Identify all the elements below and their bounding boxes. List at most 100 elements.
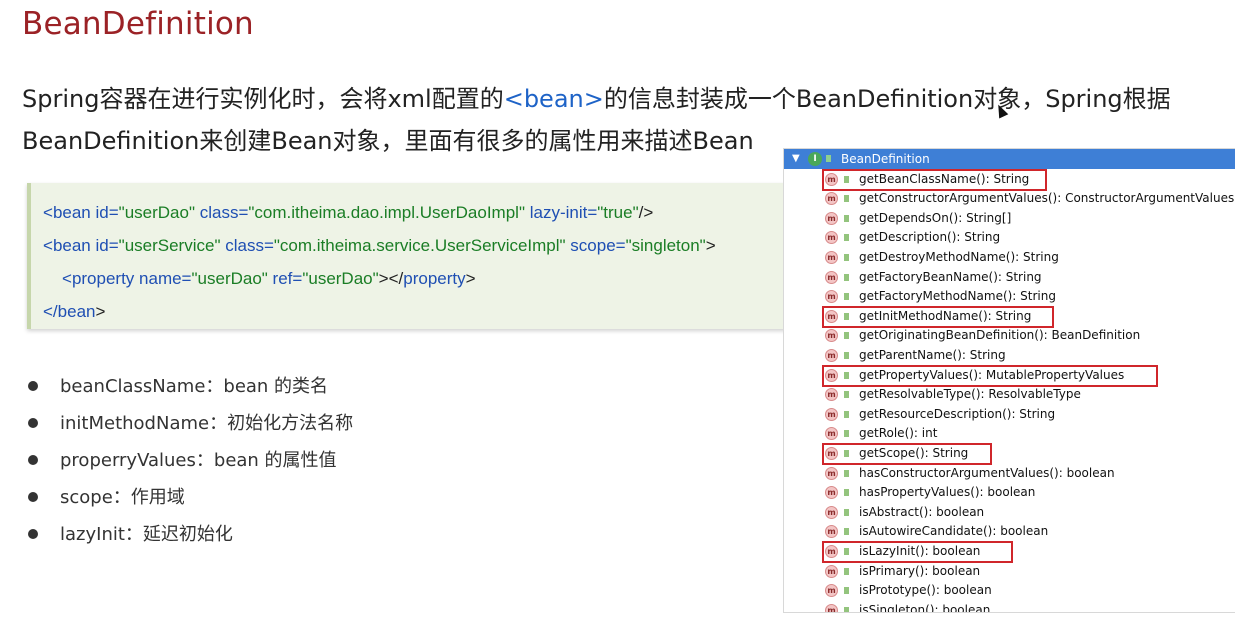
highlight-box — [822, 168, 1047, 191]
method-label: getResourceDescription(): String — [859, 406, 1056, 421]
method-row[interactable]: m isAbstract(): boolean — [784, 503, 1235, 523]
public-visibility-icon — [844, 587, 849, 595]
method-row[interactable]: m getScope(): String — [784, 442, 1235, 465]
method-label: isAutowireCandidate(): boolean — [859, 524, 1049, 539]
method-row[interactable]: m getInitMethodName(): String — [784, 305, 1235, 328]
bullet-dot-icon — [28, 529, 38, 539]
bullet-label: beanClassName：bean 的类名 — [60, 376, 329, 397]
method-row[interactable]: m getRole(): int — [784, 424, 1235, 444]
code-token: "com.itheima.dao.impl.UserDaoImpl" — [248, 203, 525, 222]
code-token: bean — [57, 302, 96, 321]
code-token: ></ — [378, 269, 404, 288]
method-row[interactable]: m getResourceDescription(): String — [784, 405, 1235, 425]
method-label: getDescription(): String — [859, 230, 1001, 245]
xml-code-block: <bean id="userDao" class="com.itheima.da… — [27, 183, 791, 329]
code-token: name= — [134, 269, 192, 288]
method-row[interactable]: m isPrimary(): boolean — [784, 562, 1235, 582]
public-visibility-icon — [844, 508, 849, 516]
code-token: < — [62, 269, 72, 288]
method-row[interactable]: m getFactoryMethodName(): String — [784, 287, 1235, 307]
bullet-label: lazyInit：延迟初始化 — [60, 524, 233, 545]
property-bullet-list: beanClassName：bean 的类名 initMethodName：初始… — [26, 368, 353, 553]
code-token: "singleton" — [625, 236, 706, 255]
page-title: BeanDefinition — [22, 6, 254, 42]
method-row[interactable]: m getPropertyValues(): MutablePropertyVal… — [784, 364, 1235, 387]
code-token: > — [465, 269, 476, 288]
method-row[interactable]: m getDependsOn(): String[] — [784, 209, 1235, 229]
method-label: getFactoryMethodName(): String — [859, 289, 1056, 304]
method-row[interactable]: m hasPropertyValues(): boolean — [784, 483, 1235, 503]
method-label: getParentName(): String — [859, 347, 1006, 362]
method-row[interactable]: m getDescription(): String — [784, 228, 1235, 248]
method-icon: m — [825, 388, 838, 402]
method-row[interactable]: m isPrototype(): boolean — [784, 581, 1235, 601]
description-text: 的信息封装成一个BeanDefinition对象，Spring根据 — [603, 85, 1171, 113]
method-label: getConstructorArgumentValues(): Construc… — [859, 191, 1235, 206]
method-label: isPrototype(): boolean — [859, 583, 992, 598]
method-label: getOriginatingBeanDefinition(): BeanDefi… — [859, 328, 1141, 343]
method-icon: m — [825, 407, 838, 421]
method-label: isPrimary(): boolean — [859, 563, 981, 578]
code-line-3: <property name="userDao" ref="userDao"><… — [62, 269, 476, 289]
code-token: "userDao" — [302, 269, 379, 288]
chevron-down-icon[interactable]: ▼ — [792, 149, 800, 169]
code-line-4: </bean> — [43, 302, 105, 322]
method-row[interactable]: m getFactoryBeanName(): String — [784, 268, 1235, 288]
public-visibility-icon — [844, 332, 849, 340]
code-token: class= — [194, 203, 249, 222]
tree-node-beandefinition[interactable]: ▼ I BeanDefinition — [784, 149, 1235, 169]
public-visibility-icon — [844, 528, 849, 536]
code-token: > — [705, 236, 716, 255]
method-row[interactable]: m hasConstructorArgumentValues(): boolean — [784, 464, 1235, 484]
bullet-item: initMethodName：初始化方法名称 — [26, 405, 353, 442]
code-token: property — [403, 269, 466, 288]
bullet-item: scope：作用域 — [26, 479, 353, 516]
method-label: hasPropertyValues(): boolean — [859, 485, 1036, 500]
tree-node-label: BeanDefinition — [841, 152, 930, 166]
code-line-1: <bean id="userDao" class="com.itheima.da… — [43, 203, 653, 223]
code-token: < — [43, 236, 53, 255]
method-row[interactable]: m getConstructorArgumentValues(): Constru… — [784, 189, 1235, 209]
public-visibility-icon — [844, 410, 849, 418]
bullet-dot-icon — [28, 492, 38, 502]
code-token: < — [43, 203, 53, 222]
code-token: "userDao" — [191, 269, 268, 288]
method-row[interactable]: m getDestroyMethodName(): String — [784, 248, 1235, 268]
public-visibility-icon — [844, 567, 849, 575]
method-label: getDestroyMethodName(): String — [859, 249, 1059, 264]
code-token: "userService" — [118, 236, 221, 255]
public-visibility-icon — [844, 234, 849, 242]
code-token: > — [95, 302, 106, 321]
method-label: getDependsOn(): String[] — [859, 210, 1012, 225]
public-visibility-icon — [844, 253, 849, 261]
method-label: getResolvableType(): ResolvableType — [859, 387, 1081, 402]
code-token: "true" — [597, 203, 639, 222]
method-row[interactable]: m getResolvableType(): ResolvableType — [784, 385, 1235, 405]
method-row[interactable]: m isSingleton(): boolean — [784, 601, 1235, 612]
code-token: "userDao" — [118, 203, 195, 222]
bean-tag-text: <bean> — [503, 85, 604, 113]
public-visibility-icon — [844, 489, 849, 497]
method-row[interactable]: m isAutowireCandidate(): boolean — [784, 522, 1235, 542]
method-icon: m — [825, 486, 838, 500]
public-visibility-icon — [826, 155, 831, 162]
public-visibility-icon — [844, 469, 849, 477]
code-token: class= — [220, 236, 274, 255]
code-token: bean — [52, 203, 91, 222]
code-token: id= — [90, 203, 119, 222]
method-icon: m — [825, 192, 838, 206]
method-label: getFactoryBeanName(): String — [859, 269, 1042, 284]
code-token: lazy-init= — [524, 203, 598, 222]
method-row[interactable]: m getOriginatingBeanDefinition(): BeanDef… — [784, 326, 1235, 346]
method-row[interactable]: m getBeanClassName(): String — [784, 168, 1235, 191]
method-row[interactable]: m getParentName(): String — [784, 346, 1235, 366]
public-visibility-icon — [844, 195, 849, 203]
bullet-label: initMethodName：初始化方法名称 — [60, 413, 354, 434]
method-row[interactable]: m isLazyInit(): boolean — [784, 540, 1235, 563]
method-icon: m — [825, 584, 838, 598]
code-token: ref= — [267, 269, 303, 288]
bullet-label: scope：作用域 — [60, 487, 185, 508]
code-line-2: <bean id="userService" class="com.itheim… — [43, 236, 716, 256]
method-icon: m — [825, 348, 838, 362]
bullet-dot-icon — [28, 418, 38, 428]
